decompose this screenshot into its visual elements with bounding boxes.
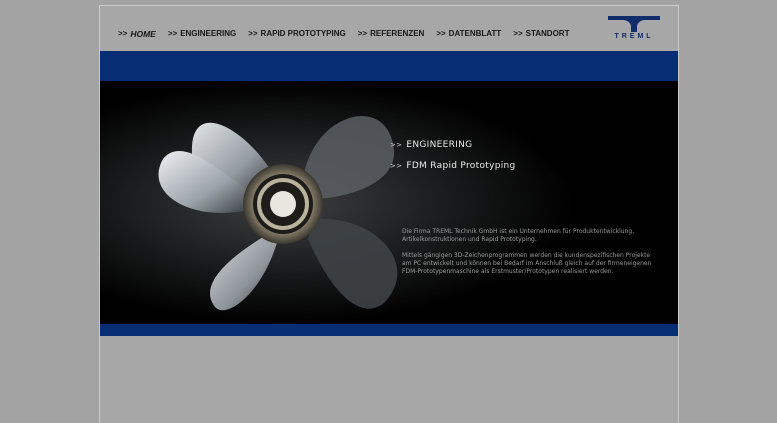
nav-label: REFERENZEN (370, 29, 425, 38)
hero-link-fdm-rapid-prototyping[interactable]: >> FDM Rapid Prototyping (390, 161, 516, 171)
nav-arrows: >> (248, 29, 258, 38)
nav-item-rapid-prototyping[interactable]: >> RAPID PROTOTYPING (248, 29, 346, 39)
intro-paragraph: Mittels gängigen 3D-Zeichenprogrammen we… (402, 252, 652, 275)
link-label: ENGINEERING (406, 140, 473, 150)
nav-item-standort[interactable]: >> STANDORT (513, 29, 569, 39)
nav-arrows: >> (436, 29, 446, 38)
nav-label: ENGINEERING (180, 29, 237, 38)
logo-text: TREML (614, 33, 654, 40)
header: >> HOME >> ENGINEERING >> RAPID PROTOTYP… (100, 6, 678, 51)
nav-label: STANDORT (525, 29, 570, 38)
hero-link-engineering[interactable]: >> ENGINEERING (390, 140, 516, 150)
propeller-image (100, 81, 678, 324)
hero-links: >> ENGINEERING >> FDM Rapid Prototyping (390, 140, 516, 182)
intro-paragraph: Die Firma TREML Technik GmbH ist ein Unt… (402, 228, 635, 243)
treml-logo[interactable]: TREML (608, 16, 660, 42)
page-container: >> HOME >> ENGINEERING >> RAPID PROTOTYP… (99, 5, 679, 423)
blue-band-top (100, 51, 678, 81)
hero-banner: >> ENGINEERING >> FDM Rapid Prototyping … (100, 81, 678, 324)
logo-mark-icon (608, 16, 660, 32)
blue-band-bottom (100, 324, 678, 336)
nav-label: RAPID PROTOTYPING (260, 29, 346, 38)
nav-arrows: >> (167, 29, 178, 38)
nav-item-datenblatt[interactable]: >> DATENBLATT (436, 29, 501, 39)
nav-item-engineering[interactable]: >> ENGINEERING (168, 29, 236, 39)
nav-label: HOME (130, 29, 156, 39)
nav-arrows: >> (118, 29, 128, 38)
nav-item-home[interactable]: >> HOME (118, 29, 156, 39)
link-label: FDM Rapid Prototyping (406, 161, 516, 171)
link-arrows: >> (390, 141, 403, 149)
main-nav: >> HOME >> ENGINEERING >> RAPID PROTOTYP… (118, 29, 569, 39)
nav-arrows: >> (513, 29, 523, 38)
intro-text: Die Firma TREML Technik GmbH ist ein Unt… (402, 228, 652, 284)
nav-label: DATENBLATT (448, 29, 502, 38)
nav-arrows: >> (357, 29, 368, 38)
nav-item-referenzen[interactable]: >> REFERENZEN (358, 29, 425, 39)
link-arrows: >> (390, 162, 403, 170)
